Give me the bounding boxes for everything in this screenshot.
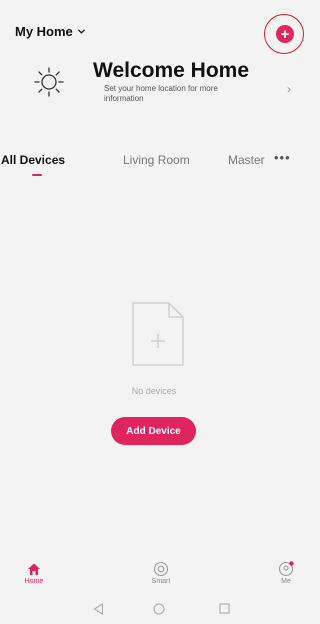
room-tabs: All Devices Living Room Master ••• [0,148,308,178]
home-circle-icon[interactable] [153,603,165,615]
welcome-title: Welcome Home [93,59,249,82]
highlight-annotation-circle [264,14,304,54]
chevron-down-icon [77,29,85,34]
home-icon [28,563,40,575]
system-navigation-bar [0,595,308,624]
recents-square-icon[interactable] [219,603,230,614]
tab-living-room[interactable]: Living Room [123,153,190,167]
back-triangle-icon[interactable] [93,603,104,615]
smart-icon [153,561,169,577]
nav-me-label: Me [281,578,291,585]
sun-icon [34,67,64,97]
tab-all-devices[interactable]: All Devices [1,153,65,167]
home-selector-label: My Home [15,24,73,39]
top-bar: My Home + [0,0,308,62]
nav-home-label: Home [24,578,44,585]
empty-state-message: No devices [131,386,177,396]
welcome-subtitle: Set your home location for more informat… [104,84,218,103]
nav-home[interactable]: Home [14,561,54,585]
more-tabs-button[interactable]: ••• [274,150,291,165]
nav-smart[interactable]: Smart [141,561,181,585]
active-tab-indicator [32,174,42,176]
nav-me[interactable]: Me [266,561,306,585]
welcome-banner[interactable]: Welcome Home Set your home location for … [0,56,308,111]
home-selector[interactable]: My Home [15,24,86,39]
me-icon [278,561,294,577]
blank-file-plus-icon [132,302,184,366]
add-device-button[interactable]: Add Device [111,417,196,445]
nav-smart-label: Smart [151,578,171,585]
chevron-right-icon[interactable]: › [287,82,291,96]
tab-master[interactable]: Master [228,153,265,167]
